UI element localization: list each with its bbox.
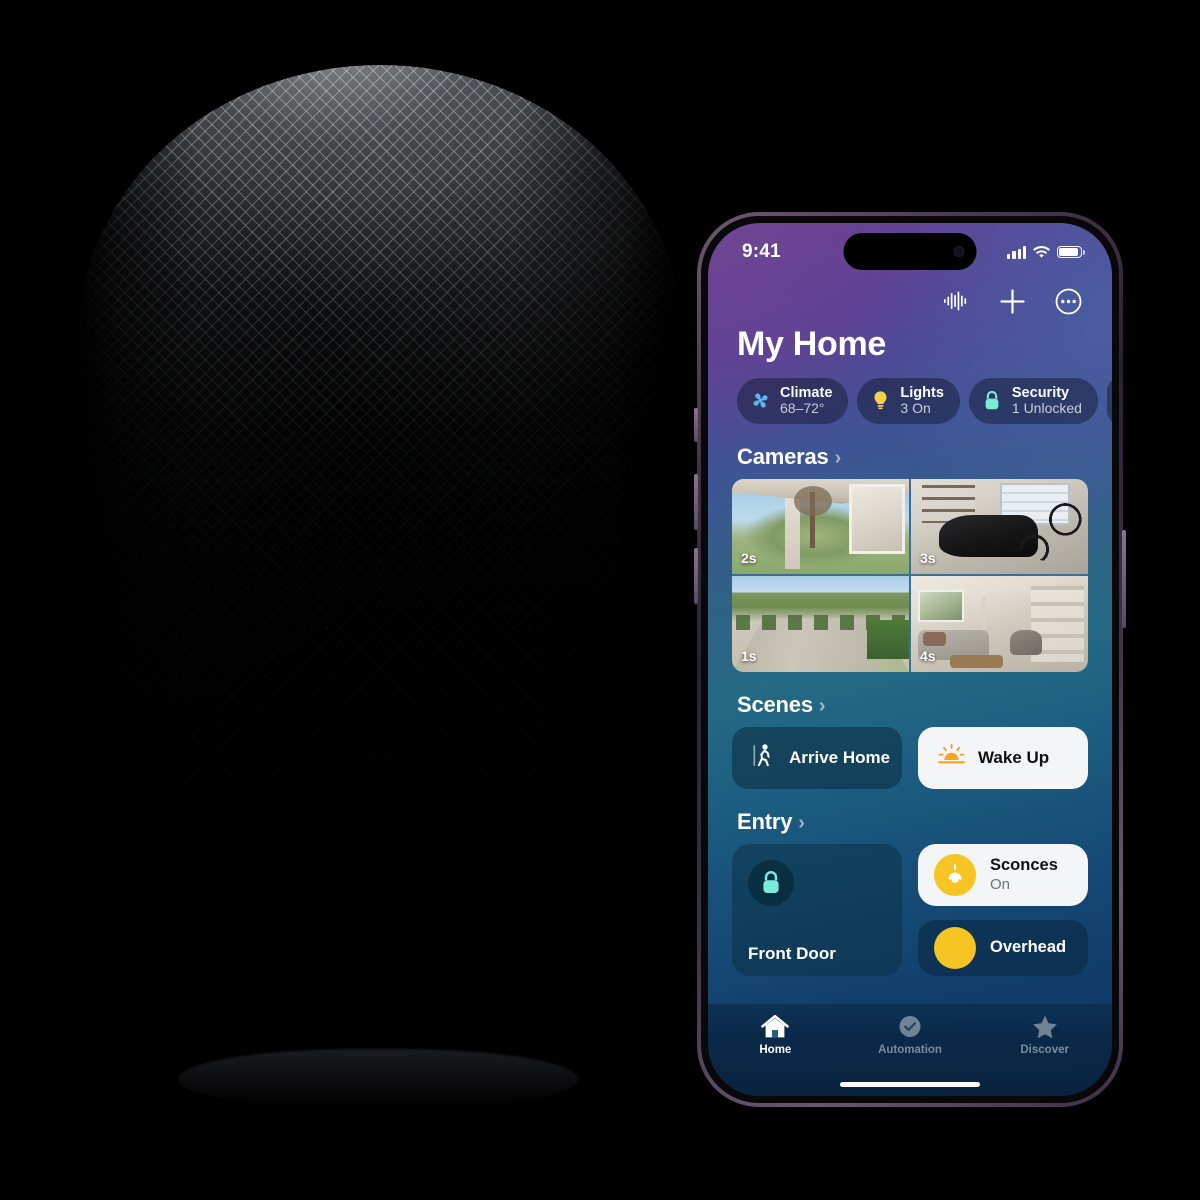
- tab-discover[interactable]: Discover: [977, 1014, 1112, 1056]
- camera-tile-driveway[interactable]: 1s: [732, 576, 909, 672]
- scene-label: Arrive Home: [789, 747, 891, 767]
- section-header-scenes[interactable]: Scenes ›: [708, 672, 1112, 727]
- entry-right-column: Sconces On Overhead: [918, 843, 1088, 976]
- iphone-device: 9:41 My Home Climate 68–72° Lights 3 On …: [694, 212, 1126, 1107]
- camera-timestamp: 2s: [741, 550, 757, 567]
- tab-label: Automation: [878, 1044, 942, 1056]
- iphone-bezel: 9:41 My Home Climate 68–72° Lights 3 On …: [701, 216, 1119, 1103]
- homepod-side-falloff: [80, 65, 680, 1095]
- section-title: Cameras: [737, 443, 829, 469]
- scene-wake-up[interactable]: Wake Up: [918, 726, 1088, 789]
- tab-automation[interactable]: Automation: [843, 1014, 978, 1056]
- camera-tile-front-porch[interactable]: 2s: [732, 478, 909, 575]
- tab-label: Discover: [1020, 1044, 1069, 1056]
- page-title: My Home: [737, 325, 887, 363]
- accessory-label: Front Door: [748, 943, 836, 963]
- volume-down-button[interactable]: [694, 548, 698, 604]
- status-pill-security[interactable]: Security 1 Unlocked: [968, 378, 1098, 424]
- status-pill-partial-offscreen[interactable]: [1106, 378, 1112, 424]
- scene-label: Wake Up: [978, 747, 1050, 767]
- home-header-actions: [708, 275, 1112, 319]
- wifi-icon: [1033, 245, 1050, 258]
- tab-home[interactable]: Home: [708, 1014, 843, 1056]
- mute-switch[interactable]: [694, 408, 698, 442]
- accessory-label: Overhead: [990, 938, 1067, 957]
- pendant-lamp-icon: [934, 853, 976, 896]
- accessory-card-overhead[interactable]: Overhead: [918, 919, 1088, 976]
- volume-up-button[interactable]: [694, 474, 698, 530]
- add-accessory-plus-icon[interactable]: [998, 287, 1026, 315]
- accessory-tile-front-door[interactable]: Front Door: [732, 843, 902, 976]
- section-header-entry[interactable]: Entry ›: [708, 789, 1112, 844]
- status-bar-time: 9:41: [742, 241, 781, 262]
- status-pill-value: 1 Unlocked: [1011, 400, 1082, 417]
- star-icon: [1032, 1015, 1057, 1039]
- status-bar: 9:41: [708, 223, 1112, 275]
- section-header-cameras[interactable]: Cameras ›: [708, 424, 1112, 479]
- camera-tile-garage[interactable]: 3s: [911, 478, 1088, 575]
- iphone-screen: 9:41 My Home Climate 68–72° Lights 3 On …: [708, 223, 1112, 1096]
- bulb-icon: [934, 926, 976, 969]
- status-pill-label: Security: [1011, 385, 1070, 401]
- chevron-right-icon: ›: [798, 811, 805, 834]
- cellular-signal-icon: [1007, 245, 1026, 259]
- status-pill-value: 3 On: [900, 400, 931, 417]
- sunrise-icon: [938, 743, 965, 772]
- camera-tile-living-room[interactable]: 4s: [911, 576, 1088, 672]
- homepod-base: [178, 1049, 578, 1109]
- dynamic-island: [843, 233, 977, 270]
- more-options-ellipsis-icon[interactable]: [1054, 287, 1082, 315]
- entry-accessories-grid: Front Door Sconces On Overhead: [708, 843, 1112, 976]
- status-pills-row[interactable]: Climate 68–72° Lights 3 On Security 1 Un…: [708, 364, 1112, 424]
- status-pill-label: Climate: [780, 385, 833, 401]
- camera-grid[interactable]: 2s 3s 1s 4s: [732, 478, 1088, 672]
- front-camera-icon: [953, 246, 965, 257]
- battery-icon: [1057, 245, 1085, 259]
- accessory-card-sconces[interactable]: Sconces On: [918, 843, 1088, 906]
- section-title: Scenes: [737, 691, 813, 717]
- fan-icon: [749, 390, 771, 412]
- home-indicator[interactable]: [840, 1082, 980, 1087]
- status-pill-label: Lights: [900, 385, 944, 401]
- chevron-right-icon: ›: [818, 694, 826, 717]
- camera-timestamp: 1s: [741, 647, 757, 664]
- bulb-icon: [869, 390, 891, 412]
- section-title: Entry: [737, 808, 793, 834]
- home-scroll-content[interactable]: Cameras › 2s 3s 1s 4s Scenes › Arrive Ho…: [708, 424, 1112, 1096]
- walking-person-icon: [752, 742, 776, 774]
- chevron-right-icon: ›: [834, 446, 842, 469]
- lock-icon: [981, 390, 1003, 412]
- accessory-state: On: [990, 875, 1011, 893]
- scene-arrive-home[interactable]: Arrive Home: [732, 726, 902, 789]
- homepod-speaker: [60, 55, 700, 1115]
- screenshot-canvas: 9:41 My Home Climate 68–72° Lights 3 On …: [0, 0, 1200, 1200]
- homepod-body: [80, 65, 680, 1095]
- lock-icon: [748, 859, 794, 906]
- tab-label: Home: [759, 1044, 792, 1056]
- siri-waveform-icon[interactable]: [942, 287, 970, 315]
- house-icon: [761, 1014, 790, 1038]
- status-pill-climate[interactable]: Climate 68–72°: [737, 378, 849, 424]
- status-pill-value: 68–72°: [780, 400, 825, 417]
- accessory-label: Sconces: [990, 856, 1058, 875]
- camera-timestamp: 4s: [920, 647, 936, 664]
- clock-icon: [899, 1016, 921, 1037]
- status-pill-lights[interactable]: Lights 3 On: [857, 378, 960, 424]
- tab-bar[interactable]: Home Automation Discover: [708, 1004, 1112, 1096]
- camera-timestamp: 3s: [920, 550, 936, 567]
- status-bar-indicators: [1007, 245, 1085, 259]
- side-power-button[interactable]: [1122, 530, 1126, 628]
- scenes-row: Arrive Home Wake Up: [708, 726, 1112, 789]
